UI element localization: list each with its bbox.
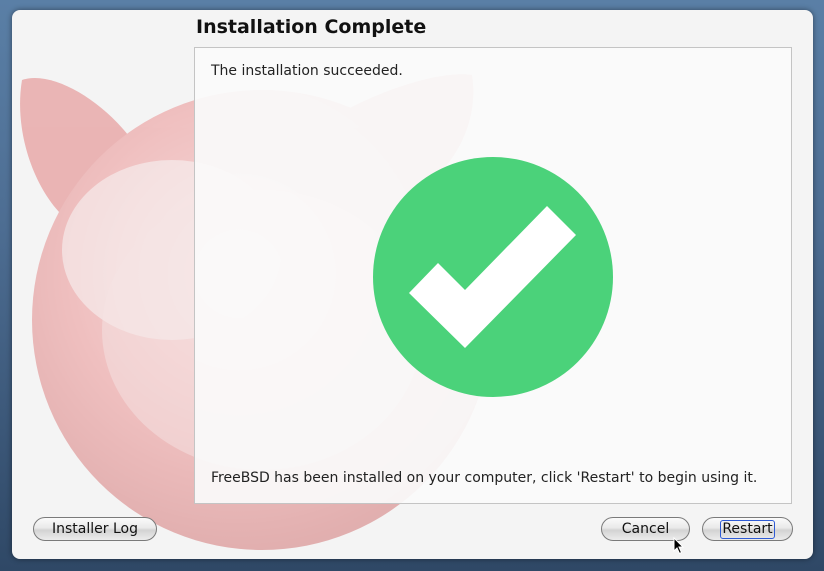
checkmark-success-icon [373, 157, 613, 397]
status-message: The installation succeeded. [211, 63, 403, 79]
restart-button[interactable]: Restart [702, 517, 793, 541]
installer-log-button[interactable]: Installer Log [33, 517, 157, 541]
installer-log-button-label: Installer Log [52, 521, 138, 537]
mouse-pointer-icon [673, 537, 685, 555]
installer-window: Installation Complete The installation s… [12, 10, 813, 559]
restart-button-label: Restart [720, 519, 775, 539]
content-panel: The installation succeeded. FreeBSD has … [194, 47, 792, 504]
completion-info-text: FreeBSD has been installed on your compu… [211, 470, 758, 486]
cancel-button-label: Cancel [621, 521, 670, 537]
window-title: Installation Complete [196, 16, 427, 38]
